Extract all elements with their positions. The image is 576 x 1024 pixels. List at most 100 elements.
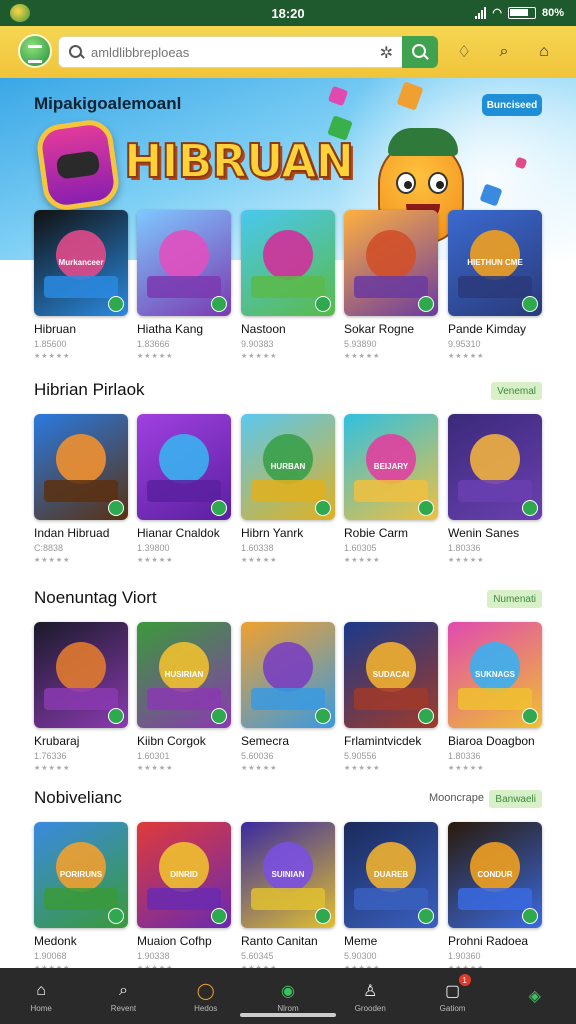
thumbnail-logo-text: DINRID — [170, 870, 198, 879]
thumbnail-character — [263, 434, 313, 484]
see-all-button[interactable]: Venemal — [491, 382, 542, 400]
game-thumbnail[interactable] — [34, 622, 128, 728]
nav-item-revent[interactable]: ⌕ Revent — [82, 968, 164, 1024]
game-thumbnail[interactable]: DUAREB — [344, 822, 438, 928]
thumbnail-platform — [354, 480, 428, 502]
nav-item-hedos[interactable]: ◯ Hedos — [165, 968, 247, 1024]
game-thumbnail[interactable]: CONDUR — [448, 822, 542, 928]
game-card[interactable]: DINRIDMuaion Cofhp1.90338★★★★★ — [137, 822, 231, 972]
gift-icon[interactable]: ⌂ — [532, 40, 556, 64]
game-thumbnail[interactable] — [137, 210, 231, 316]
thumbnail-logo-text: Murkanceer — [58, 258, 104, 267]
thumbnail-logo-text: PORIRUNS — [59, 870, 103, 879]
game-card[interactable]: Murkanceer Hibruan 1.85600 ★★★★★ — [34, 210, 128, 360]
game-title: Frlamintvicdek — [344, 734, 422, 748]
game-title: Hibrn Yanrk — [241, 526, 304, 540]
game-thumbnail[interactable]: HURBAN — [241, 414, 335, 520]
game-card[interactable]: Sokar Rogne 5.93890 ★★★★★ — [344, 210, 438, 360]
thumbnail-platform — [44, 688, 118, 710]
install-badge-icon — [315, 296, 331, 312]
game-card[interactable]: SUKNAGS Biaroa Doagbon 1.80336 ★★★★★ — [448, 622, 542, 772]
game-card[interactable]: CONDURProhni Radoea1.90360★★★★★ — [448, 822, 542, 972]
install-badge-icon — [108, 908, 124, 924]
thumbnail-character — [159, 642, 209, 692]
game-thumbnail[interactable]: PORIRUNS — [34, 822, 128, 928]
see-all-button[interactable]: Numenati — [487, 590, 542, 608]
thumbnail-platform — [147, 888, 221, 910]
nav-item-gatiom[interactable]: ▢ Gatiom 1 — [411, 968, 493, 1024]
game-card[interactable]: BEIJARY Robie Carm 1.60305 ★★★★★ — [344, 414, 438, 564]
game-card[interactable]: Wenin Sanes 1.80336 ★★★★★ — [448, 414, 542, 564]
game-card[interactable]: Hiatha Kang 1.83666 ★★★★★ — [137, 210, 231, 360]
nav-label: Hedos — [194, 1003, 218, 1013]
game-thumbnail[interactable] — [241, 210, 335, 316]
install-badge-icon — [418, 500, 434, 516]
game-card[interactable]: HURBAN Hibrn Yanrk 1.60338 ★★★★★ — [241, 414, 335, 564]
game-card[interactable]: Semecra 5.60036 ★★★★★ — [241, 622, 335, 772]
game-thumbnail[interactable]: SUDACAI — [344, 622, 438, 728]
nav-item-home[interactable]: ⌂ Home — [0, 968, 82, 1024]
game-title: Sokar Rogne — [344, 322, 415, 336]
game-thumbnail[interactable]: Murkanceer — [34, 210, 128, 316]
nav-item-grooden[interactable]: ♙ Grooden — [329, 968, 411, 1024]
rating-stars: ★★★★★ — [344, 353, 381, 360]
game-card[interactable]: PORIRUNSMedonk1.90068★★★★★ — [34, 822, 128, 972]
lightbulb-icon[interactable]: ♢ — [452, 40, 476, 64]
hero-cta-button[interactable]: Bunciseed — [482, 94, 542, 116]
game-thumbnail[interactable]: DINRID — [137, 822, 231, 928]
game-thumbnail[interactable] — [344, 210, 438, 316]
search-submit-button[interactable] — [402, 36, 438, 68]
thumbnail-platform — [147, 276, 221, 298]
game-thumbnail[interactable]: HUSIRIAN — [137, 622, 231, 728]
game-card[interactable]: Indan Hibruad C:8838 ★★★★★ — [34, 414, 128, 564]
app-screen: 18:20 ◠ 80% ✲ ♢ ⌕ ⌂ Mipakigoalemoanl Bun… — [0, 0, 576, 1024]
rating-stars: ★★★★★ — [448, 765, 485, 772]
wifi-icon: ◠ — [492, 7, 502, 19]
game-thumbnail[interactable]: SUINIAN — [241, 822, 335, 928]
rating-stars: ★★★★★ — [448, 557, 485, 564]
game-thumbnail[interactable] — [448, 414, 542, 520]
game-meta: 1.90338 — [137, 951, 170, 961]
rating-stars: ★★★★★ — [34, 557, 71, 564]
game-thumbnail[interactable]: HIETHUN CME — [448, 210, 542, 316]
game-card[interactable]: Hianar Cnaldok 1.39800 ★★★★★ — [137, 414, 231, 564]
game-thumbnail[interactable]: BEIJARY — [344, 414, 438, 520]
install-badge-icon — [108, 500, 124, 516]
thumbnail-character — [470, 434, 520, 484]
game-card[interactable]: SUDACAI Frlamintvicdek 5.90556 ★★★★★ — [344, 622, 438, 772]
install-badge-icon — [211, 908, 227, 924]
thumbnail-logo-text: BEIJARY — [373, 462, 409, 471]
game-title: Kiibn Corgok — [137, 734, 206, 748]
game-card[interactable]: HUSIRIAN Kiibn Corgok 1.60301 ★★★★★ — [137, 622, 231, 772]
game-card[interactable]: DUAREBMeme5.90300★★★★★ — [344, 822, 438, 972]
game-thumbnail[interactable] — [137, 414, 231, 520]
game-title: Meme — [344, 934, 378, 948]
game-card[interactable]: SUINIANRanto Canitan5.60345★★★★★ — [241, 822, 335, 972]
game-title: Wenin Sanes — [448, 526, 520, 540]
sparkle-icon[interactable]: ✲ — [380, 43, 393, 63]
status-bar: 18:20 ◠ 80% — [0, 0, 576, 26]
install-badge-icon — [522, 500, 538, 516]
game-thumbnail[interactable] — [241, 622, 335, 728]
hero-subtitle: Mipakigoalemoanl — [34, 94, 182, 113]
rating-stars: ★★★★★ — [137, 353, 174, 360]
search-input[interactable] — [91, 44, 371, 60]
home-indicator[interactable] — [240, 1013, 336, 1017]
nav-item-brand[interactable]: ◈ — [494, 968, 576, 1024]
section-secondary-link[interactable]: Mooncrape — [429, 792, 484, 804]
see-all-button[interactable]: Banwaeli — [489, 790, 542, 808]
game-card[interactable]: Nastoon 9.90383 ★★★★★ — [241, 210, 335, 360]
game-thumbnail[interactable] — [34, 414, 128, 520]
game-meta: 1.60338 — [241, 543, 274, 553]
thumbnail-character — [263, 642, 313, 692]
search-toolbar-icon[interactable]: ⌕ — [492, 40, 516, 64]
install-badge-icon — [418, 296, 434, 312]
game-card[interactable]: Krubaraj 1.76336 ★★★★★ — [34, 622, 128, 772]
thumbnail-character — [56, 842, 106, 892]
app-logo-icon[interactable] — [18, 34, 52, 68]
game-meta: 5.60036 — [241, 751, 274, 761]
thumbnail-character — [56, 230, 106, 280]
install-badge-icon — [108, 296, 124, 312]
game-thumbnail[interactable]: SUKNAGS — [448, 622, 542, 728]
game-card[interactable]: HIETHUN CME Pande Kimday 9.95310 ★★★★★ — [448, 210, 542, 360]
